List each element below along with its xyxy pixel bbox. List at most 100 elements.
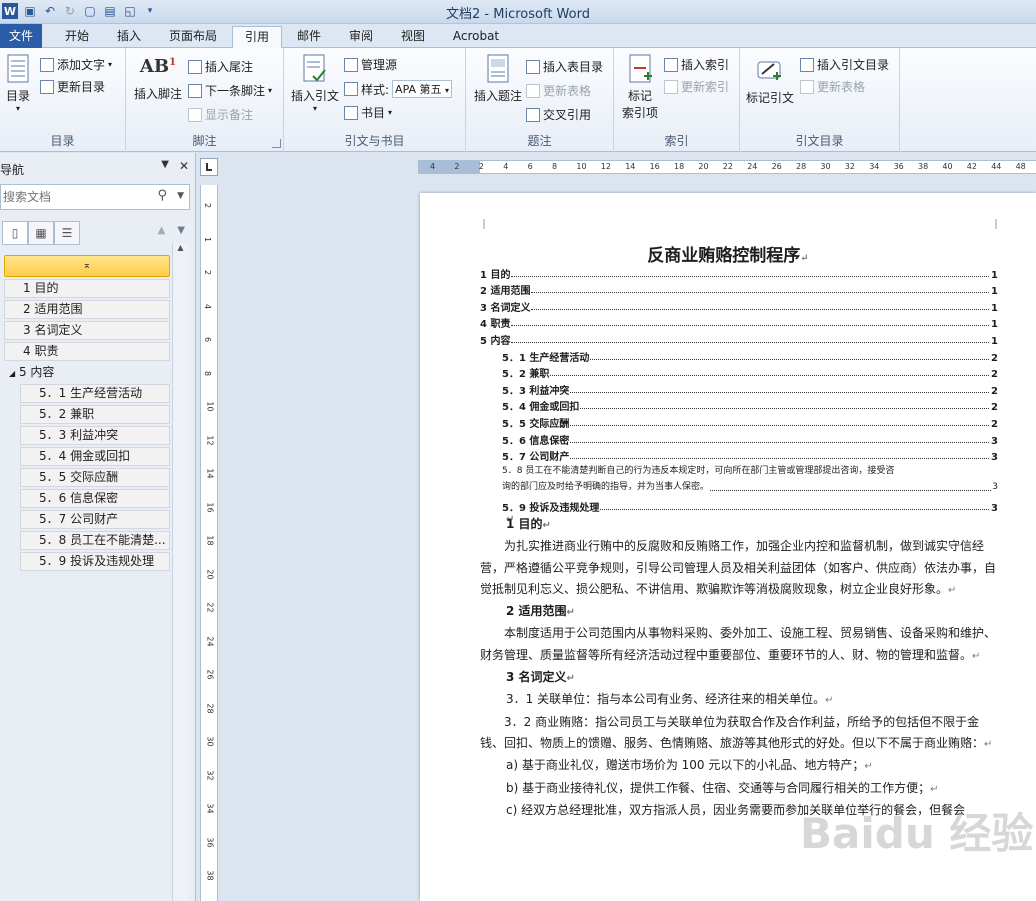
collapse-triangle-icon[interactable]: ◢ <box>9 369 15 378</box>
ruler-tick-label: 16 <box>649 162 660 171</box>
next-heading-icon[interactable]: ▼ <box>177 225 185 236</box>
toc-entry[interactable]: 5．2 兼职 2 <box>480 364 998 380</box>
toc-entry[interactable]: 5．9 投诉及违规处理 3 <box>480 497 998 514</box>
nav-heading-item[interactable]: 3 名词定义 <box>4 321 170 340</box>
table-of-figures-icon <box>526 59 540 74</box>
toc-entry[interactable]: 5．6 信息保密 3 <box>480 430 998 447</box>
ruler-tick-label: 12 <box>600 162 611 171</box>
horizontal-ruler[interactable]: 4 2 2 4 6 8 10 12 14 16 18 20 22 24 26 28 30 32 34 36 38 40 42… <box>418 160 1036 174</box>
tab-acrobat[interactable]: Acrobat <box>446 26 506 48</box>
nav-subheading-item[interactable]: 5．8 员工在不能清楚... <box>20 531 170 550</box>
bibliography-button[interactable]: 书目 ▾ <box>344 104 392 121</box>
cross-reference-button[interactable]: 交叉引用 <box>526 106 591 123</box>
tab-file[interactable]: 文件 <box>0 24 42 48</box>
update-toc-button[interactable]: 更新目录 <box>40 78 105 95</box>
ruler-tick-label: 26 <box>205 669 215 680</box>
nav-subheading-item[interactable]: 5．4 佣金或回扣 <box>20 447 170 466</box>
update-toc-label: 更新目录 <box>57 80 106 94</box>
toc-entry[interactable]: 5．1 生产经营活动 2 <box>480 347 998 364</box>
next-footnote-button[interactable]: 下一条脚注 ▾ <box>188 82 272 99</box>
vertical-ruler[interactable]: 2 1 2 4 6 8 10 12 14 16 18 20 22 24 26 28 30 32 34 36 38 <box>200 185 218 901</box>
insert-table-of-figures-button[interactable]: 插入表目录 <box>526 58 603 75</box>
navigation-pane: 导航 ▼ ✕ ⚲ ▼ ▯ ▦ ☰ ▲ ▼ ⌅ 1 目的 2 适用范围 3 名词定… <box>0 153 196 901</box>
insert-footnote-button[interactable]: AB1 插入脚注 <box>130 56 186 102</box>
previous-heading-icon[interactable]: ▲ <box>158 225 166 236</box>
toc-button[interactable]: 目录 ▾ <box>2 54 34 113</box>
nav-scrollbar[interactable]: ▲ <box>172 243 188 901</box>
left-tab-icon <box>206 163 212 171</box>
nav-subheading-item[interactable]: 5．5 交际应酬 <box>20 468 170 487</box>
nav-subheading-item[interactable]: 5．6 信息保密 <box>20 489 170 508</box>
insert-toa-button[interactable]: 插入引文目录 <box>800 56 889 73</box>
update-toa-button[interactable]: 更新表格 <box>800 78 865 95</box>
dialog-launcher-icon[interactable] <box>272 139 281 148</box>
tab-review[interactable]: 审阅 <box>340 26 382 48</box>
style-value: APA 第五 <box>395 83 442 96</box>
search-icon[interactable]: ⚲ <box>157 188 167 203</box>
mark-citation-button[interactable]: 标记引文 <box>742 56 798 106</box>
browse-pages-icon[interactable]: ▦ <box>28 221 54 245</box>
insert-endnote-button[interactable]: 插入尾注 <box>188 58 253 75</box>
add-text-button[interactable]: 添加文字 ▾ <box>40 56 112 73</box>
style-dropdown[interactable]: APA 第五 ▾ <box>392 80 453 98</box>
chevron-down-icon: ▾ <box>388 108 393 117</box>
toc-entry[interactable]: 3 名词定义 1 <box>480 297 998 314</box>
update-index-button[interactable]: 更新索引 <box>664 78 729 95</box>
browse-headings-icon[interactable]: ▯ <box>2 221 28 245</box>
next-footnote-icon <box>188 83 202 98</box>
close-icon[interactable]: ✕ <box>179 159 189 173</box>
ruler-tick-label: 22 <box>205 602 215 613</box>
paragraph-mark-icon: ↵ <box>566 607 575 619</box>
style-selector[interactable]: 样式: APA 第五 ▾ <box>344 80 453 98</box>
nav-subheading-item[interactable]: 5．7 公司财产 <box>20 510 170 529</box>
toc-entry-label: 1 目的 <box>480 269 511 281</box>
insert-caption-button[interactable]: 插入题注 <box>470 54 526 104</box>
toc-entry[interactable]: 5 内容 1 <box>480 330 998 347</box>
toc-entry[interactable]: 2 适用范围 1 <box>480 281 998 297</box>
nav-subheading-item[interactable]: 5．2 兼职 <box>20 405 170 424</box>
tab-mailings[interactable]: 邮件 <box>288 26 330 48</box>
add-text-label: 添加文字 <box>57 58 106 72</box>
nav-top-marker[interactable]: ⌅ <box>4 255 170 277</box>
toc-entry[interactable]: 5．3 利益冲突 2 <box>480 380 998 397</box>
nav-heading-item[interactable]: 1 目的 <box>4 279 170 298</box>
nav-subheading-item[interactable]: 5．9 投诉及违规处理 <box>20 552 170 571</box>
tab-references[interactable]: 引用 <box>232 26 282 49</box>
toc-entry[interactable]: 5．4 佣金或回扣 2 <box>480 397 998 413</box>
paragraph-mark-icon: ↵ <box>984 738 993 750</box>
nav-subheading-item[interactable]: 5．3 利益冲突 <box>20 426 170 445</box>
manage-sources-button[interactable]: 管理源 <box>344 56 397 73</box>
search-input[interactable] <box>3 186 153 208</box>
toc-entry[interactable]: 5．7 公司财产 3 <box>480 447 998 463</box>
tab-selector[interactable] <box>200 158 218 176</box>
toc-entry[interactable]: 4 职责 1 <box>480 314 998 330</box>
insert-index-button[interactable]: 插入索引 <box>664 56 729 73</box>
scroll-up-icon[interactable]: ▲ <box>173 243 188 257</box>
document-body[interactable]: 1 目的↵ 为扎实推进商业行贿中的反腐败和反贿赂工作，加强企业内控和监督机制，做… <box>480 514 998 821</box>
update-table-button[interactable]: 更新表格 <box>526 82 591 99</box>
show-notes-button[interactable]: 显示备注 <box>188 106 253 123</box>
tab-insert[interactable]: 插入 <box>106 26 152 48</box>
nav-heading-item[interactable]: 4 职责 <box>4 342 170 361</box>
toc-entry[interactable]: 5．5 交际应酬 2 <box>480 413 998 430</box>
ruler-tick-label: 48 <box>1015 162 1026 171</box>
nav-subheading-item[interactable]: 5．1 生产经营活动 <box>20 384 170 403</box>
paragraph: 为扎实推进商业行贿中的反腐败和反贿赂工作，加强企业内控和监督机制，做到诚实守信经… <box>480 536 998 601</box>
browse-results-icon[interactable]: ☰ <box>54 221 80 245</box>
document-page[interactable]: 反商业贿赂控制程序↵ 1 目的 1 2 适用范围 1 3 名词定义 1 4 职责 1 5… <box>420 193 1036 901</box>
tab-home[interactable]: 开始 <box>52 26 102 48</box>
tab-view[interactable]: 视图 <box>392 26 434 48</box>
group-table-of-authorities: 标记引文 插入引文目录 更新表格 引文目录 <box>740 48 900 152</box>
insert-footnote-label: 插入脚注 <box>133 87 182 101</box>
chevron-down-icon[interactable]: ▼ <box>177 191 184 201</box>
nav-menu-icon[interactable]: ▼ <box>161 159 169 173</box>
tab-page-layout[interactable]: 页面布局 <box>160 26 226 48</box>
ruler-tick-label: 14 <box>205 468 215 479</box>
ruler-tick-label: 4 <box>430 162 436 171</box>
mark-entry-button[interactable]: 标记 索引项 <box>618 54 662 121</box>
nav-heading-item-expanded[interactable]: ◢ 5 内容 <box>4 363 170 382</box>
nav-heading-item[interactable]: 2 适用范围 <box>4 300 170 319</box>
insert-citation-button[interactable]: 插入引文 ▾ <box>288 54 342 113</box>
toc-entry[interactable]: 1 目的 1 <box>480 264 998 281</box>
toc-entry-long[interactable]: 5．8 员工在不能清楚判断自己的行为违反本规定时，可向所在部门主管或管理部提出咨… <box>480 463 998 497</box>
